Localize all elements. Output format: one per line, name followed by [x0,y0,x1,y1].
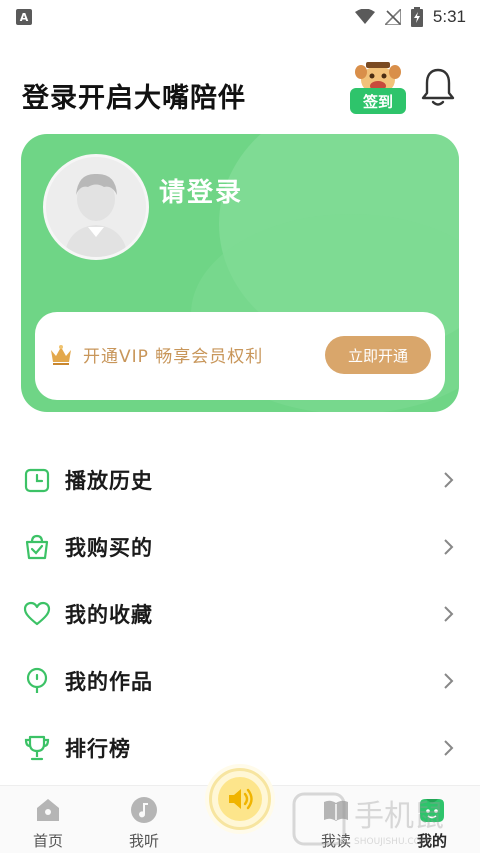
login-prompt[interactable]: 请登录 [159,172,243,209]
watermark-logo: 手机鼠 SHOUJISHU.COM [292,790,462,850]
watermark-icon: 手机鼠 SHOUJISHU.COM [292,792,444,847]
signin-label: 签到 [350,88,406,114]
open-vip-button[interactable]: 立即开通 [325,336,431,374]
shopping-bag-icon [25,534,49,560]
nav-item-listen[interactable]: 我听 [104,786,184,853]
home-icon [37,799,59,821]
nav-label: 我听 [128,832,159,850]
heart-icon [23,601,51,626]
clock-time: 5:31 [432,7,466,26]
menu-item-label: 我的作品 [65,670,153,694]
notification-app-icon: A [16,9,32,25]
menu-item-history[interactable]: 播放历史 [0,447,480,513]
watermark-subtext: SHOUJISHU.COM [354,837,429,847]
menu-item-label: 我的收藏 [65,603,153,627]
chevron-right-icon [444,472,454,488]
menu-item-purchased[interactable]: 我购买的 [0,514,480,580]
nav-label: 首页 [32,832,63,850]
menu-item-label: 我购买的 [65,536,153,560]
profile-card: 请登录 开通VIP 畅享会员权利 立即开通 [21,134,459,412]
wifi-icon [354,9,375,24]
play-button[interactable] [209,768,271,830]
history-icon [24,468,50,493]
microphone-icon [26,667,48,693]
nav-item-home[interactable]: 首页 [8,786,88,853]
watermark-text: 手机鼠 [354,799,444,834]
menu-item-favorites[interactable]: 我的收藏 [0,581,480,647]
chevron-right-icon [444,606,454,622]
play-button-inner [218,777,262,821]
chevron-right-icon [444,740,454,756]
trophy-icon [24,735,50,761]
no-signal-icon [384,9,401,25]
status-icons: 5:31 [354,7,466,27]
music-note-icon [131,797,157,823]
chevron-right-icon [444,673,454,689]
avatar[interactable] [43,154,149,260]
default-avatar-icon [46,157,146,257]
menu-item-label: 播放历史 [65,469,153,493]
menu-item-label: 排行榜 [65,737,131,761]
bell-icon[interactable] [418,66,458,110]
signin-button[interactable]: 签到 [348,56,408,116]
crown-icon [51,345,71,365]
menu-item-works[interactable]: 我的作品 [0,648,480,714]
vip-promo-text: 开通VIP 畅享会员权利 [83,347,264,367]
status-bar: A 5:31 [0,0,480,34]
vip-banner[interactable]: 开通VIP 畅享会员权利 立即开通 [35,312,445,400]
page-header: 登录开启大嘴陪伴 签到 [22,62,462,116]
speaker-icon [229,788,253,810]
page-title: 登录开启大嘴陪伴 [22,83,246,114]
battery-charging-icon [410,7,423,27]
chevron-right-icon [444,539,454,555]
